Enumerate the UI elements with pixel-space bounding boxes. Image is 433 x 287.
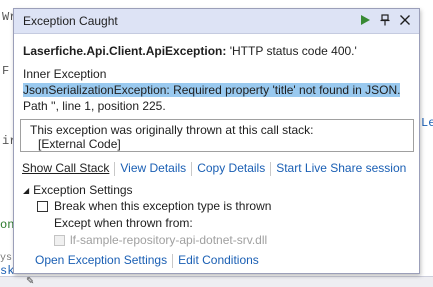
copy-details-link[interactable]: Copy Details xyxy=(197,161,265,175)
inner-exception-message[interactable]: JsonSerializationException: Required pro… xyxy=(23,83,401,97)
link-separator xyxy=(191,161,193,176)
start-live-share-link[interactable]: Start Live Share session xyxy=(276,161,406,175)
open-exception-settings-link[interactable]: Open Exception Settings xyxy=(35,253,167,267)
show-call-stack-link[interactable]: Show Call Stack xyxy=(22,161,109,175)
popup-title: Exception Caught xyxy=(23,14,118,28)
break-when-thrown-label[interactable]: Break when this exception type is thrown xyxy=(54,199,271,213)
editor-code-fragment: ys xyxy=(0,253,13,264)
bottom-links-row: Open Exception Settings Edit Conditions xyxy=(35,253,259,268)
module-checkbox[interactable] xyxy=(54,235,65,246)
brush-icon[interactable]: ✎ xyxy=(26,276,34,287)
close-button[interactable] xyxy=(396,11,414,29)
pin-button[interactable] xyxy=(376,11,394,29)
link-separator xyxy=(172,253,174,268)
pin-icon xyxy=(380,14,390,26)
edit-conditions-link[interactable]: Edit Conditions xyxy=(178,253,259,267)
exception-settings-header[interactable]: ◢ Exception Settings xyxy=(23,183,133,197)
call-stack-header: This exception was originally thrown at … xyxy=(30,123,314,137)
collapse-triangle-icon[interactable]: ◢ xyxy=(23,186,29,195)
except-when-thrown-label: Except when thrown from: xyxy=(54,216,193,230)
link-separator xyxy=(270,161,272,176)
exception-type: Laserfiche.Api.Client.ApiException: xyxy=(23,44,227,58)
module-name-label[interactable]: lf-sample-repository-api-dotnet-srv.dll xyxy=(70,233,267,247)
exception-message: 'HTTP status code 400.' xyxy=(226,44,357,58)
popup-header: Exception Caught xyxy=(14,9,419,34)
inner-exception-path[interactable]: Path '', line 1, position 225. xyxy=(23,99,166,113)
editor-bottom-bar: ✎ xyxy=(0,276,433,287)
editor-code-fragment: Lef xyxy=(421,116,433,130)
exception-settings-label: Exception Settings xyxy=(33,183,133,197)
play-icon xyxy=(361,15,370,25)
view-details-link[interactable]: View Details xyxy=(120,161,186,175)
close-icon xyxy=(400,15,410,25)
exception-summary: Laserfiche.Api.Client.ApiException: 'HTT… xyxy=(23,44,357,58)
exception-helper-popup: Exception Caught Laserfiche.Api.Client.A… xyxy=(13,8,420,274)
editor-code-fragment: F xyxy=(2,64,10,78)
link-separator xyxy=(114,161,116,176)
call-stack-entry: [External Code] xyxy=(38,137,121,151)
inner-exception-message-line[interactable]: JsonSerializationException: Required pro… xyxy=(23,83,401,97)
break-when-thrown-checkbox[interactable] xyxy=(37,201,48,212)
inner-exception-label: Inner Exception xyxy=(23,67,107,81)
details-links-row: Show Call Stack View Details Copy Details S… xyxy=(22,161,406,176)
call-stack-box[interactable]: This exception was originally thrown at … xyxy=(20,119,414,152)
continue-button[interactable] xyxy=(356,11,374,29)
